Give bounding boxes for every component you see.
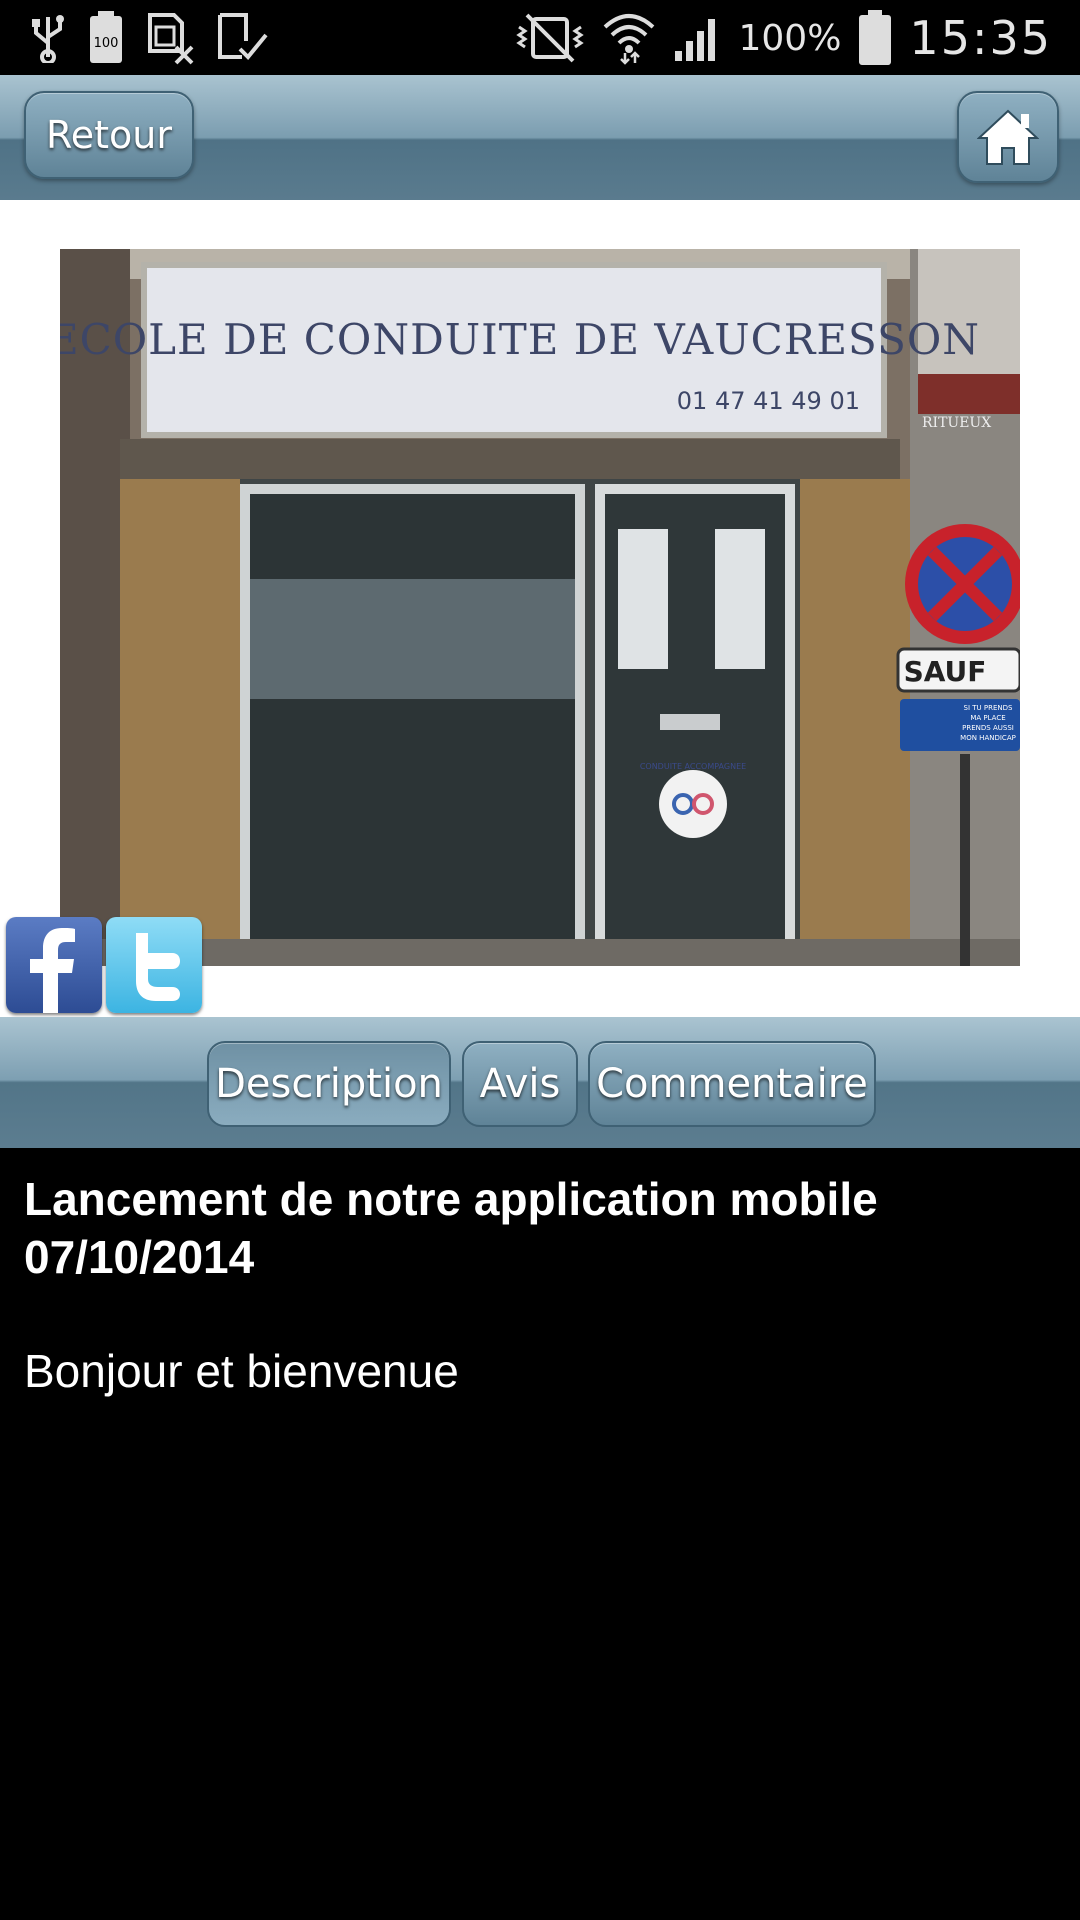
news-title: Lancement de notre application mobile <box>24 1173 878 1225</box>
usb-icon <box>32 15 64 63</box>
download-done-icon <box>218 13 268 60</box>
news-headline: Lancement de notre application mobile 07… <box>24 1170 1054 1286</box>
facebook-button[interactable] <box>6 917 102 1013</box>
sim-off-icon <box>148 13 194 65</box>
twitter-button[interactable] <box>106 917 202 1013</box>
battery-100-label: 100 <box>94 36 119 51</box>
sign-phone: 01 47 41 49 01 <box>677 387 860 415</box>
clock: 15:35 <box>909 11 1052 65</box>
back-button[interactable]: Retour <box>24 91 194 179</box>
header-bar: Retour <box>0 75 1080 200</box>
notification-icons: 100 <box>30 8 270 68</box>
home-button[interactable] <box>957 91 1059 183</box>
storefront-illustration: RITUEUX ECOLE DE CONDUITE DE VAUCRESSON … <box>60 249 1020 966</box>
home-icon <box>977 109 1039 165</box>
small-sign-line-1: SI TU PRENDS <box>964 704 1013 712</box>
tab-commentaire[interactable]: Commentaire <box>588 1041 876 1127</box>
system-icons: 100% 15:35 <box>515 8 1053 68</box>
tab-description[interactable]: Description <box>207 1041 451 1127</box>
wifi-icon <box>603 14 654 65</box>
driving-school-photo: RITUEUX ECOLE DE CONDUITE DE VAUCRESSON … <box>60 249 1020 966</box>
news-date: 07/10/2014 <box>24 1231 255 1283</box>
sign-title: ECOLE DE CONDUITE DE VAUCRESSON <box>60 315 980 364</box>
shop-label: RITUEUX <box>922 415 991 431</box>
status-bar: 100 100% 15:35 <box>0 0 1080 75</box>
tab-bar: Description Avis Commentaire <box>0 1017 1080 1148</box>
photo-section: RITUEUX ECOLE DE CONDUITE DE VAUCRESSON … <box>0 200 1080 1017</box>
parking-sign-text: SAUF <box>904 655 987 688</box>
small-sign-line-4: MON HANDICAP <box>960 734 1016 742</box>
battery-percent: 100% <box>738 17 842 59</box>
door-sticker: CONDUITE ACCOMPAGNEE <box>640 762 746 771</box>
news-body: Bonjour et bienvenue <box>24 1345 459 1397</box>
signal-icon <box>674 19 715 61</box>
description-content: Lancement de notre application mobile 07… <box>24 1170 1054 1400</box>
battery-icon <box>859 10 892 65</box>
tab-avis[interactable]: Avis <box>462 1041 578 1127</box>
vibrate-mute-icon <box>515 13 584 63</box>
battery-100-icon: 100 <box>90 11 122 63</box>
twitter-icon <box>136 933 180 1001</box>
small-sign-line-2: MA PLACE <box>970 714 1005 722</box>
small-sign-line-3: PRENDS AUSSI <box>962 724 1014 732</box>
facebook-icon <box>30 928 75 1013</box>
